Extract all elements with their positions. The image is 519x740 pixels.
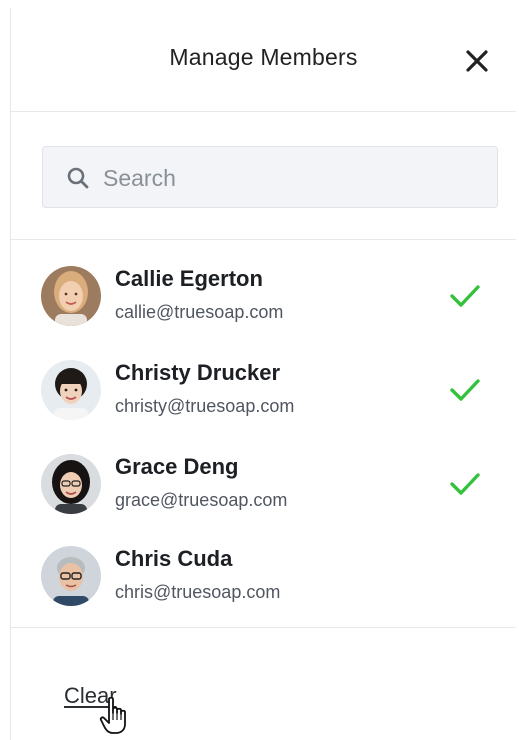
panel-footer: Clear <box>11 628 516 740</box>
member-name: Callie Egerton <box>115 266 263 291</box>
avatar <box>41 546 101 606</box>
member-name: Christy Drucker <box>115 360 281 385</box>
member-list: Callie Egerton callie@truesoap.com Chris… <box>11 240 516 628</box>
member-name: Grace Deng <box>115 454 239 479</box>
member-name: Chris Cuda <box>115 546 233 571</box>
member-row-chris[interactable]: Chris Cuda chris@truesoap.com <box>11 530 516 624</box>
close-button[interactable] <box>464 48 490 74</box>
avatar <box>41 454 101 514</box>
member-email: christy@truesoap.com <box>115 396 295 416</box>
avatar <box>41 360 101 420</box>
member-row-callie[interactable]: Callie Egerton callie@truesoap.com <box>11 250 516 344</box>
search-section <box>11 112 516 240</box>
member-row-grace[interactable]: Grace Deng grace@truesoap.com <box>11 438 516 532</box>
member-email: callie@truesoap.com <box>115 302 284 322</box>
panel-header: Manage Members <box>11 8 516 112</box>
hand-pointer-cursor-icon <box>99 696 126 734</box>
close-icon <box>466 50 488 72</box>
manage-members-panel: Manage Members Search Callie Egerton cal… <box>10 8 516 740</box>
checkmark-icon <box>450 379 480 401</box>
member-email: grace@truesoap.com <box>115 490 288 510</box>
member-email: chris@truesoap.com <box>115 582 281 602</box>
search-input[interactable] <box>101 147 485 209</box>
avatar <box>41 266 101 326</box>
member-row-christy[interactable]: Christy Drucker christy@truesoap.com <box>11 344 516 438</box>
search-box[interactable] <box>42 146 498 209</box>
panel-title: Manage Members <box>169 44 358 70</box>
checkmark-icon <box>450 473 480 495</box>
search-icon <box>67 167 89 189</box>
checkmark-icon <box>450 285 480 307</box>
